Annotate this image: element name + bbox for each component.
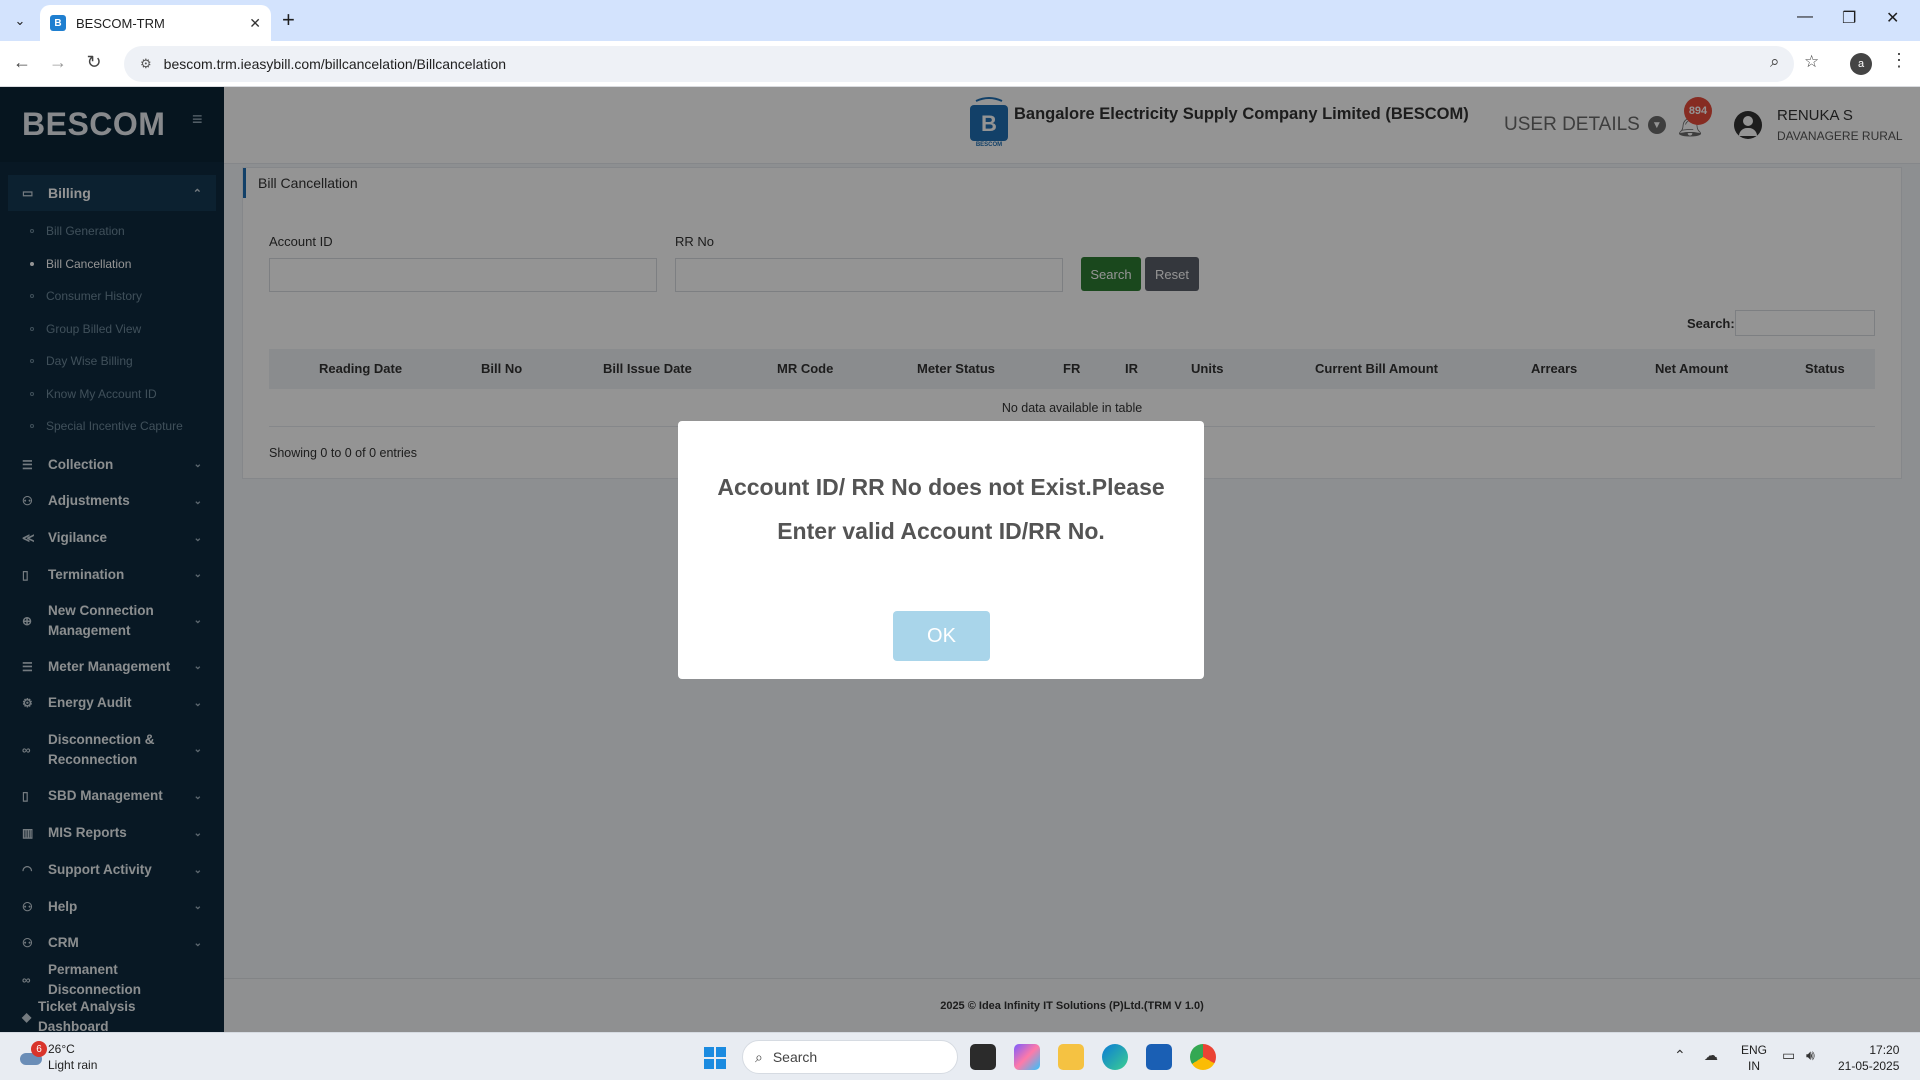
tab-search-chevron-icon[interactable]: ⌄ <box>8 9 32 33</box>
clock-time: 17:20 <box>1869 1043 1900 1057</box>
back-arrow-icon[interactable]: ← <box>10 52 34 73</box>
window-close-icon[interactable]: ✕ <box>1886 8 1899 28</box>
new-tab-plus-icon[interactable]: + <box>282 8 295 32</box>
favicon-icon: B <box>50 15 66 31</box>
windows-start-icon[interactable] <box>704 1047 726 1069</box>
edge-browser-icon[interactable] <box>1102 1044 1128 1070</box>
windows-taskbar: 6 26°C Light rain ⌕ Search ⌃ ☁ ENG IN ▭ … <box>0 1032 1920 1080</box>
language-indicator[interactable]: ENG IN <box>1741 1042 1767 1074</box>
weather-badge: 6 <box>31 1041 47 1057</box>
close-icon[interactable]: ✕ <box>249 15 261 32</box>
site-settings-icon[interactable]: ⚙ <box>140 56 152 72</box>
alert-dialog: Account ID/ RR No does not Exist.Please … <box>678 421 1204 679</box>
weather-text: 26°C Light rain <box>48 1041 97 1073</box>
copilot-icon[interactable] <box>1014 1044 1040 1070</box>
taskbar-search[interactable]: ⌕ Search <box>742 1040 958 1074</box>
network-icon[interactable]: ▭ <box>1782 1047 1795 1064</box>
clock-date: 21-05-2025 <box>1838 1059 1900 1073</box>
tab-title: BESCOM-TRM <box>76 15 165 31</box>
file-explorer-icon[interactable] <box>1058 1044 1084 1070</box>
taskbar-search-label: Search <box>772 1049 818 1065</box>
system-clock[interactable]: 17:20 21-05-2025 <box>1838 1042 1899 1074</box>
url-text: bescom.trm.ieasybill.com/billcancelation… <box>163 56 507 72</box>
language-code: ENG <box>1741 1043 1768 1057</box>
address-bar: ← → ↻ ⚙ bescom.trm.ieasybill.com/billcan… <box>0 41 1920 87</box>
reload-icon[interactable]: ↻ <box>82 52 106 73</box>
browser-tab[interactable]: B BESCOM-TRM ✕ <box>40 5 271 41</box>
microsoft-store-icon[interactable] <box>1146 1044 1172 1070</box>
browser-tab-bar: ⌄ B BESCOM-TRM ✕ + — ❐ ✕ <box>0 0 1920 41</box>
weather-widget[interactable]: 6 26°C Light rain <box>20 1041 97 1073</box>
cloud-rain-icon: 6 <box>20 1041 47 1067</box>
temperature: 26°C <box>48 1042 75 1056</box>
url-omnibox[interactable]: ⚙ bescom.trm.ieasybill.com/billcancelati… <box>124 46 1794 82</box>
task-view-icon[interactable] <box>970 1044 996 1070</box>
minimize-icon[interactable]: — <box>1797 8 1813 26</box>
forward-arrow-icon[interactable]: → <box>46 52 70 73</box>
restore-icon[interactable]: ❐ <box>1842 8 1856 28</box>
volume-icon[interactable]: 🔊︎ <box>1806 1047 1815 1064</box>
ok-button[interactable]: OK <box>893 611 990 661</box>
region-code: IN <box>1748 1059 1760 1073</box>
onedrive-icon[interactable]: ☁ <box>1704 1047 1718 1064</box>
bookmark-star-icon[interactable]: ☆ <box>1804 52 1819 72</box>
chrome-icon[interactable] <box>1190 1044 1216 1070</box>
browser-menu-icon[interactable]: ⋮ <box>1890 50 1908 71</box>
search-icon: ⌕ <box>755 1048 763 1065</box>
weather-condition: Light rain <box>48 1058 98 1072</box>
chevron-up-icon[interactable]: ⌃ <box>1674 1047 1686 1064</box>
profile-avatar-icon[interactable]: a <box>1850 53 1872 75</box>
alert-message: Account ID/ RR No does not Exist.Please … <box>717 474 1165 544</box>
zoom-icon[interactable]: ⌕ <box>1770 52 1780 72</box>
